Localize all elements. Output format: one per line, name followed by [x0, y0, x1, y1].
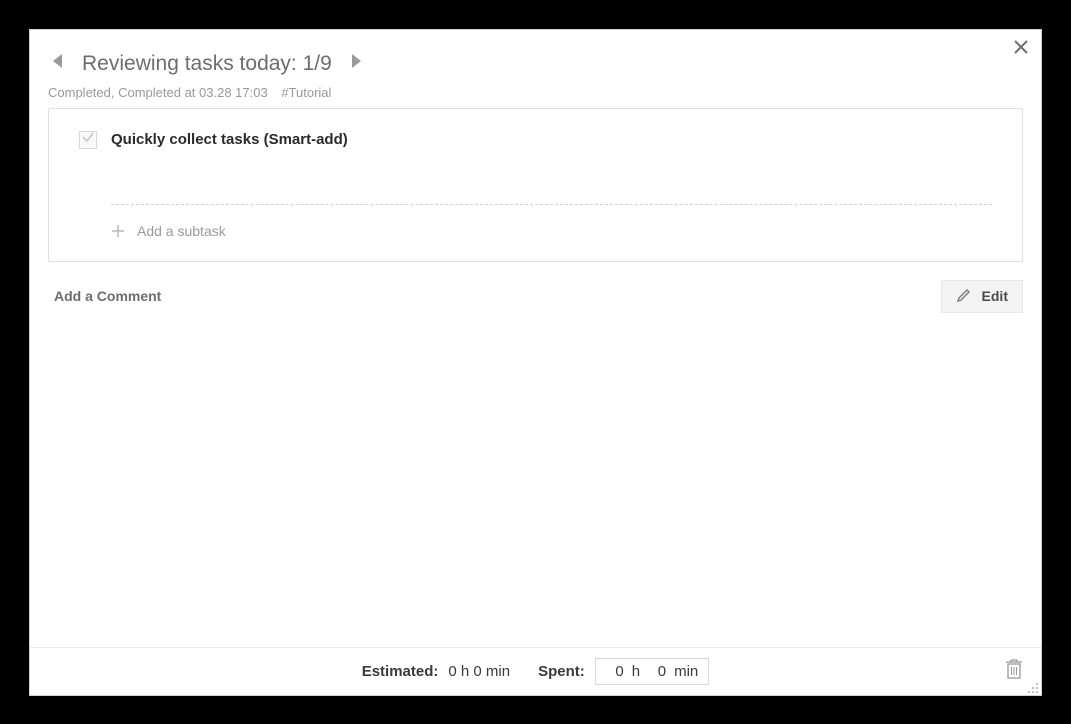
estimated-label: Estimated:: [362, 663, 439, 680]
spent-group: Spent: 0 h 0 min: [538, 658, 709, 685]
tag-link[interactable]: #Tutorial: [281, 85, 331, 100]
task-checkbox[interactable]: [79, 131, 97, 149]
task-main-row: Quickly collect tasks (Smart-add): [79, 131, 992, 149]
close-icon: [1014, 40, 1028, 59]
title-index: 1/9: [303, 52, 332, 75]
resize-grip[interactable]: [1027, 681, 1039, 693]
chevron-left-icon: [49, 52, 67, 75]
spent-label: Spent:: [538, 663, 585, 680]
check-icon: [81, 130, 95, 149]
status-text: Completed, Completed at 03.28 17:03: [48, 85, 268, 100]
page-title: Reviewing tasks today: 1/9: [82, 52, 332, 76]
next-task-button[interactable]: [346, 54, 366, 74]
estimated-group: Estimated: 0 h 0 min: [362, 663, 510, 680]
prev-task-button[interactable]: [48, 54, 68, 74]
task-review-window: Reviewing tasks today: 1/9 Completed, Co…: [30, 30, 1041, 695]
edit-label: Edit: [982, 288, 1008, 304]
edit-button[interactable]: Edit: [941, 280, 1023, 313]
spent-minutes-unit: min: [674, 663, 698, 680]
trash-icon: [1005, 667, 1023, 684]
divider: [111, 204, 992, 205]
resize-icon: [1027, 681, 1039, 698]
spent-minutes: 0: [648, 663, 666, 680]
add-comment-button[interactable]: Add a Comment: [54, 288, 161, 304]
content-spacer: [30, 323, 1041, 647]
chevron-right-icon: [347, 52, 365, 75]
spent-hours-unit: h: [632, 663, 640, 680]
delete-button[interactable]: [1005, 658, 1023, 684]
task-card: Quickly collect tasks (Smart-add) Add a …: [48, 108, 1023, 262]
task-title: Quickly collect tasks (Smart-add): [111, 131, 348, 148]
plus-icon: [111, 224, 125, 238]
estimated-value: 0 h 0 min: [448, 663, 510, 680]
actions-row: Add a Comment Edit: [30, 262, 1041, 323]
footer: Estimated: 0 h 0 min Spent: 0 h 0 min: [30, 647, 1041, 695]
header: Reviewing tasks today: 1/9: [30, 30, 1041, 82]
spent-input[interactable]: 0 h 0 min: [595, 658, 710, 685]
add-subtask-button[interactable]: Add a subtask: [79, 223, 992, 239]
close-button[interactable]: [1013, 42, 1029, 58]
pencil-icon: [956, 287, 972, 306]
title-prefix: Reviewing tasks today:: [82, 52, 297, 75]
add-subtask-label: Add a subtask: [137, 223, 226, 239]
task-meta: Completed, Completed at 03.28 17:03 #Tut…: [30, 82, 1041, 108]
spent-hours: 0: [606, 663, 624, 680]
